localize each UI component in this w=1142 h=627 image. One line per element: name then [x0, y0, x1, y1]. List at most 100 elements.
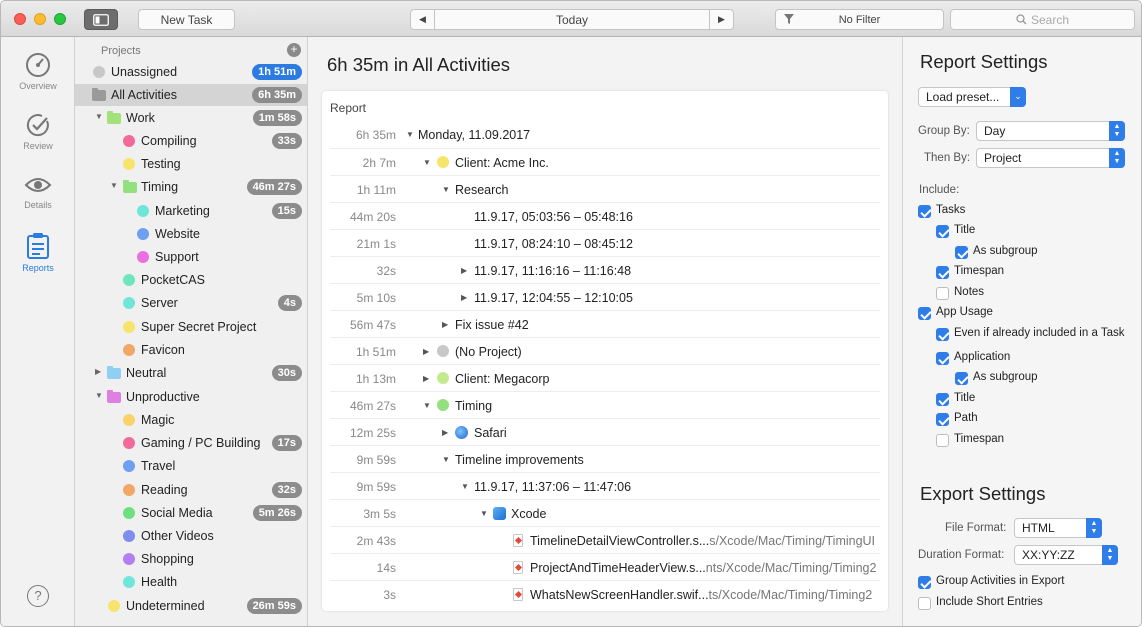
project-marketing[interactable]: Marketing 15s: [75, 200, 307, 222]
checkbox-box[interactable]: [936, 225, 949, 238]
report-row[interactable]: 5m 10s ▶ 11.9.17, 12:04:55 – 12:10:05: [330, 283, 880, 310]
report-row[interactable]: 3s WhatsNewScreenHandler.swif...ts/Xcode…: [330, 580, 880, 607]
checkbox-box[interactable]: [955, 372, 968, 385]
project-gaming[interactable]: Gaming / PC Building 17s: [75, 432, 307, 454]
project-other-videos[interactable]: Other Videos: [75, 525, 307, 547]
group-by-popup[interactable]: Day ▲ ▼: [976, 121, 1125, 141]
project-support[interactable]: Support: [75, 246, 307, 268]
report-row[interactable]: 6h 35m ▼ Monday, 11.09.2017: [330, 121, 880, 148]
checkbox-box[interactable]: [936, 434, 949, 447]
report-row[interactable]: 2m 43s TimelineDetailViewController.s...…: [330, 526, 880, 553]
search-field[interactable]: Search: [950, 9, 1135, 30]
disclosure-triangle-icon[interactable]: ▼: [442, 455, 450, 464]
folder-icon: [123, 180, 137, 193]
report-row[interactable]: 44m 20s 11.9.17, 05:03:56 – 05:48:16: [330, 202, 880, 229]
gauge-icon: [26, 53, 50, 77]
disclosure-triangle-icon[interactable]: ▶: [442, 320, 448, 329]
toggle-sidebar-button[interactable]: [84, 9, 118, 30]
checkbox-box[interactable]: [936, 352, 949, 365]
filter-button[interactable]: No Filter: [775, 9, 944, 30]
project-health[interactable]: Health: [75, 571, 307, 593]
project-unproductive[interactable]: ▼ Unproductive: [75, 386, 307, 408]
project-all-activities[interactable]: All Activities 6h 35m: [75, 84, 307, 106]
report-row[interactable]: 56m 47s ▶ Fix issue #42: [330, 310, 880, 337]
disclosure-triangle-icon[interactable]: ▼: [423, 158, 431, 167]
report-row[interactable]: 32s ▶ 11.9.17, 11:16:16 – 11:16:48: [330, 256, 880, 283]
rail-item-overview[interactable]: Overview: [1, 52, 75, 91]
checkbox-box[interactable]: [955, 246, 968, 259]
project-unassigned[interactable]: Unassigned 1h 51m: [75, 61, 307, 83]
report-row[interactable]: 12m 25s ▶ Safari: [330, 418, 880, 445]
then-by-popup[interactable]: Project ▲ ▼: [976, 148, 1125, 168]
row-text: TimelineDetailViewController.s...s/Xcode…: [530, 534, 875, 548]
project-pocketcas[interactable]: PocketCAS: [75, 269, 307, 291]
project-social-media[interactable]: Social Media 5m 26s: [75, 502, 307, 524]
close-window-button[interactable]: [14, 13, 26, 25]
rail-item-review[interactable]: Review: [1, 112, 75, 151]
checkbox-box[interactable]: [936, 328, 949, 341]
project-website[interactable]: Website: [75, 223, 307, 245]
checkbox-box[interactable]: [918, 307, 931, 320]
swift-file-icon: [513, 561, 523, 574]
project-favicon[interactable]: Favicon: [75, 339, 307, 361]
disclosure-triangle-icon[interactable]: ▼: [95, 112, 103, 121]
disclosure-triangle-icon[interactable]: ▶: [461, 293, 467, 302]
disclosure-triangle-icon[interactable]: ▼: [442, 185, 450, 194]
project-travel[interactable]: Travel: [75, 455, 307, 477]
checkbox-box[interactable]: [936, 287, 949, 300]
disclosure-triangle-icon[interactable]: ▶: [461, 266, 467, 275]
disclosure-triangle-icon[interactable]: ▼: [406, 130, 414, 139]
next-day-button[interactable]: ▶: [709, 10, 733, 29]
project-work[interactable]: ▼ Work 1m 58s: [75, 107, 307, 129]
checkbox-box[interactable]: [936, 266, 949, 279]
checkbox-box[interactable]: [918, 576, 931, 589]
checkbox-box[interactable]: [918, 205, 931, 218]
disclosure-triangle-icon[interactable]: ▶: [423, 374, 429, 383]
checkbox-box[interactable]: [936, 393, 949, 406]
project-color-dot: [93, 66, 105, 78]
new-task-button[interactable]: New Task: [138, 9, 235, 30]
disclosure-triangle-icon[interactable]: ▼: [461, 482, 469, 491]
checkbox-box[interactable]: [918, 597, 931, 610]
report-row[interactable]: 1h 13m ▶ Client: Megacorp: [330, 364, 880, 391]
add-project-button[interactable]: +: [287, 43, 301, 57]
disclosure-triangle-icon[interactable]: ▼: [480, 509, 488, 518]
duration-format-popup[interactable]: XX:YY:ZZ ▲ ▼: [1014, 545, 1118, 565]
date-label[interactable]: Today: [556, 13, 588, 27]
project-super-secret[interactable]: Super Secret Project: [75, 316, 307, 338]
minimize-window-button[interactable]: [34, 13, 46, 25]
report-row[interactable]: 46m 27s ▼ Timing: [330, 391, 880, 418]
rail-item-reports[interactable]: Reports: [1, 232, 75, 273]
report-row[interactable]: 1h 51m ▶ (No Project): [330, 337, 880, 364]
rail-item-details[interactable]: Details: [1, 173, 75, 210]
zoom-window-button[interactable]: [54, 13, 66, 25]
project-undetermined[interactable]: Undetermined 26m 59s: [75, 595, 307, 617]
report-row[interactable]: 1h 11m ▼ Research: [330, 175, 880, 202]
checkbox-box[interactable]: [936, 413, 949, 426]
disclosure-triangle-icon[interactable]: ▶: [95, 367, 101, 376]
project-testing[interactable]: Testing: [75, 153, 307, 175]
report-row[interactable]: 9m 59s ▼ 11.9.17, 11:37:06 – 11:47:06: [330, 472, 880, 499]
report-row[interactable]: 3m 5s ▼ Xcode: [330, 499, 880, 526]
project-timing[interactable]: ▼ Timing 46m 27s: [75, 176, 307, 198]
load-preset-popup[interactable]: Load preset... ⌄: [918, 87, 1026, 107]
project-magic[interactable]: Magic: [75, 409, 307, 431]
project-reading[interactable]: Reading 32s: [75, 479, 307, 501]
report-row[interactable]: 14s ProjectAndTimeHeaderView.s...nts/Xco…: [330, 553, 880, 580]
help-button[interactable]: ?: [1, 585, 75, 607]
rail-label: Review: [23, 141, 53, 151]
project-server[interactable]: Server 4s: [75, 292, 307, 314]
file-format-popup[interactable]: HTML ▲ ▼: [1014, 518, 1102, 538]
project-compiling[interactable]: Compiling 33s: [75, 130, 307, 152]
disclosure-triangle-icon[interactable]: ▼: [423, 401, 431, 410]
report-row[interactable]: 21m 1s 11.9.17, 08:24:10 – 08:45:12: [330, 229, 880, 256]
disclosure-triangle-icon[interactable]: ▶: [423, 347, 429, 356]
previous-day-button[interactable]: ◀: [411, 10, 435, 29]
disclosure-triangle-icon[interactable]: ▶: [442, 428, 448, 437]
disclosure-triangle-icon[interactable]: ▼: [95, 391, 103, 400]
report-row[interactable]: 9m 59s ▼ Timeline improvements: [330, 445, 880, 472]
project-neutral[interactable]: ▶ Neutral 30s: [75, 362, 307, 384]
disclosure-triangle-icon[interactable]: ▼: [110, 181, 118, 190]
project-shopping[interactable]: Shopping: [75, 548, 307, 570]
report-row[interactable]: 2h 7m ▼ Client: Acme Inc.: [330, 148, 880, 175]
